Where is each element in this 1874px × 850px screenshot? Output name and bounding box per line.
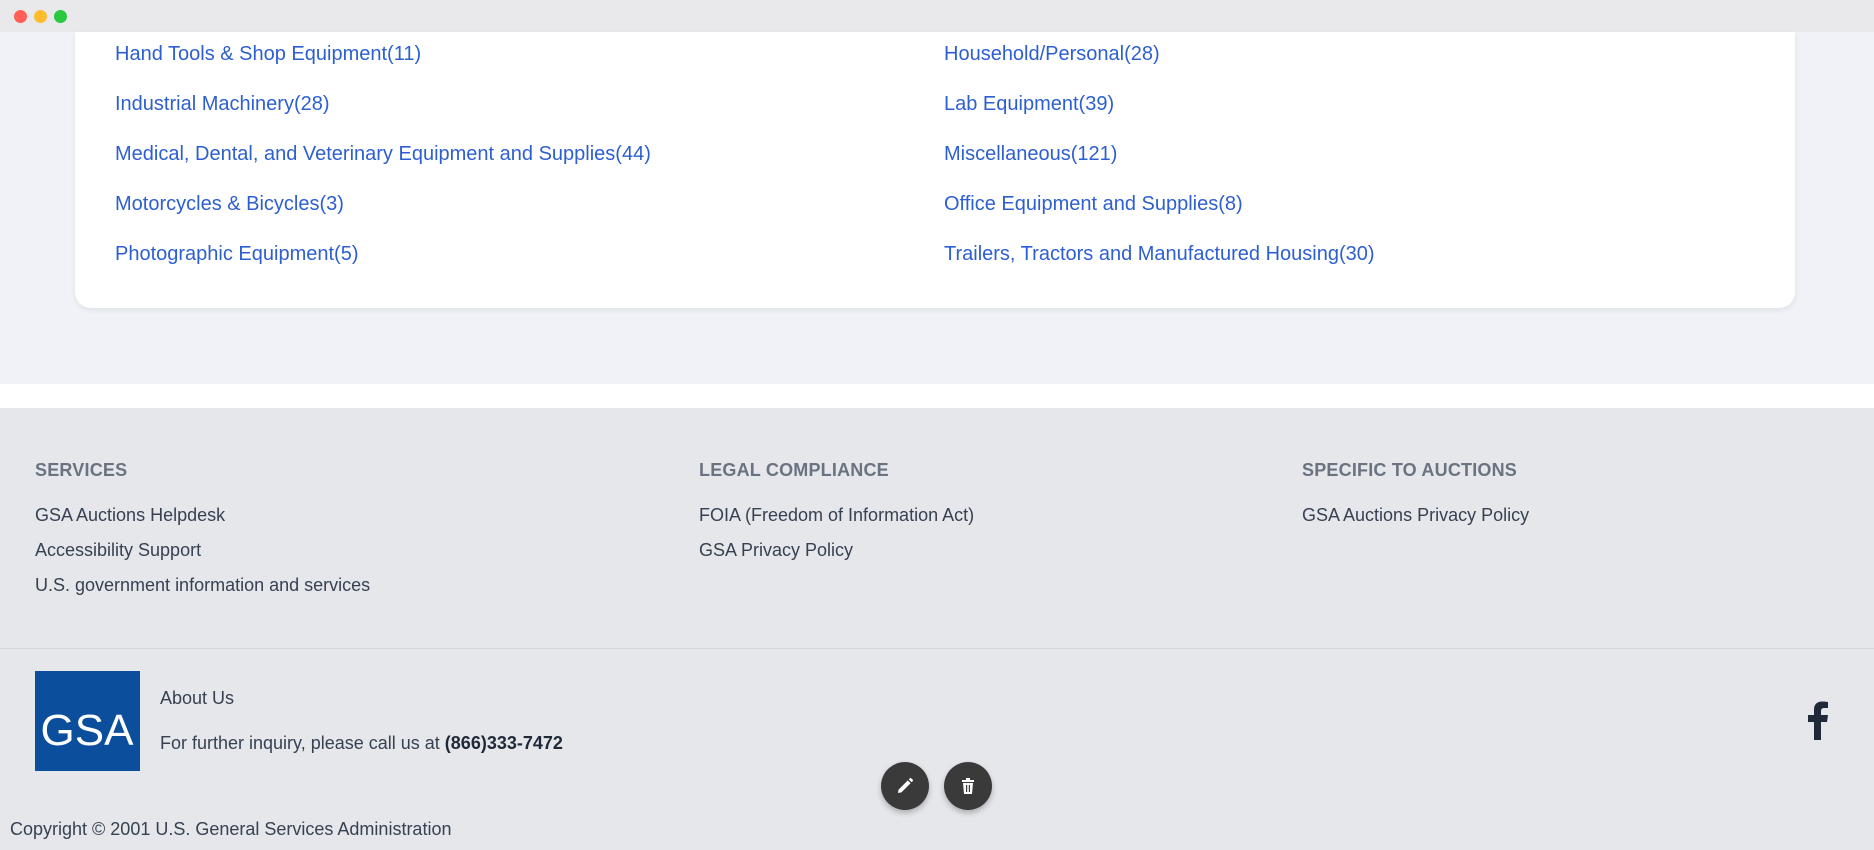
- category-link[interactable]: Trailers, Tractors and Manufactured Hous…: [944, 242, 1375, 266]
- site-footer: SERVICES GSA Auctions Helpdesk Accessibi…: [0, 408, 1874, 850]
- category-link[interactable]: Motorcycles & Bicycles(3): [115, 192, 344, 216]
- copyright-text: Copyright © 2001 U.S. General Services A…: [10, 819, 452, 839]
- category-link[interactable]: Office Equipment and Supplies(8): [944, 192, 1243, 216]
- section-spacer: [0, 384, 1874, 408]
- close-window-button[interactable]: [14, 10, 27, 23]
- trash-icon: [962, 778, 974, 794]
- usa-gov-link[interactable]: U.S. government information and services: [35, 575, 370, 596]
- category-link[interactable]: Household/Personal(28): [944, 42, 1160, 66]
- minimize-window-button[interactable]: [34, 10, 47, 23]
- categories-card: Hand Tools & Shop Equipment(11) Househol…: [75, 32, 1795, 308]
- gsa-logo-text: GSA: [41, 706, 135, 755]
- main-content: Hand Tools & Shop Equipment(11) Househol…: [0, 32, 1874, 384]
- category-link[interactable]: Miscellaneous(121): [944, 142, 1117, 166]
- maximize-window-button[interactable]: [54, 10, 67, 23]
- edit-button[interactable]: [881, 762, 929, 810]
- services-heading: SERVICES: [35, 460, 128, 480]
- category-link[interactable]: Medical, Dental, and Veterinary Equipmen…: [115, 142, 651, 166]
- about-us-link[interactable]: About Us: [160, 688, 234, 709]
- category-link[interactable]: Hand Tools & Shop Equipment(11): [115, 42, 421, 66]
- gsa-logo[interactable]: GSA: [35, 671, 140, 771]
- foia-link[interactable]: FOIA (Freedom of Information Act): [699, 505, 974, 526]
- gsa-privacy-link[interactable]: GSA Privacy Policy: [699, 540, 853, 561]
- helpdesk-link[interactable]: GSA Auctions Helpdesk: [35, 505, 225, 526]
- category-link[interactable]: Lab Equipment(39): [944, 92, 1114, 116]
- accessibility-link[interactable]: Accessibility Support: [35, 540, 201, 561]
- auctions-heading: SPECIFIC TO AUCTIONS: [1302, 460, 1518, 480]
- inquiry-text: For further inquiry, please call us at (…: [160, 733, 563, 754]
- category-link[interactable]: Photographic Equipment(5): [115, 242, 358, 266]
- window-titlebar: [0, 0, 1874, 33]
- pencil-icon: [898, 777, 914, 793]
- category-link[interactable]: Industrial Machinery(28): [115, 92, 330, 116]
- inquiry-prefix: For further inquiry, please call us at: [160, 733, 445, 753]
- phone-number: (866)333-7472: [444, 733, 563, 753]
- facebook-icon[interactable]: [1806, 700, 1830, 740]
- legal-heading: LEGAL COMPLIANCE: [699, 460, 889, 480]
- footer-divider: [0, 648, 1874, 649]
- delete-button[interactable]: [944, 762, 992, 810]
- auctions-privacy-link[interactable]: GSA Auctions Privacy Policy: [1302, 505, 1529, 526]
